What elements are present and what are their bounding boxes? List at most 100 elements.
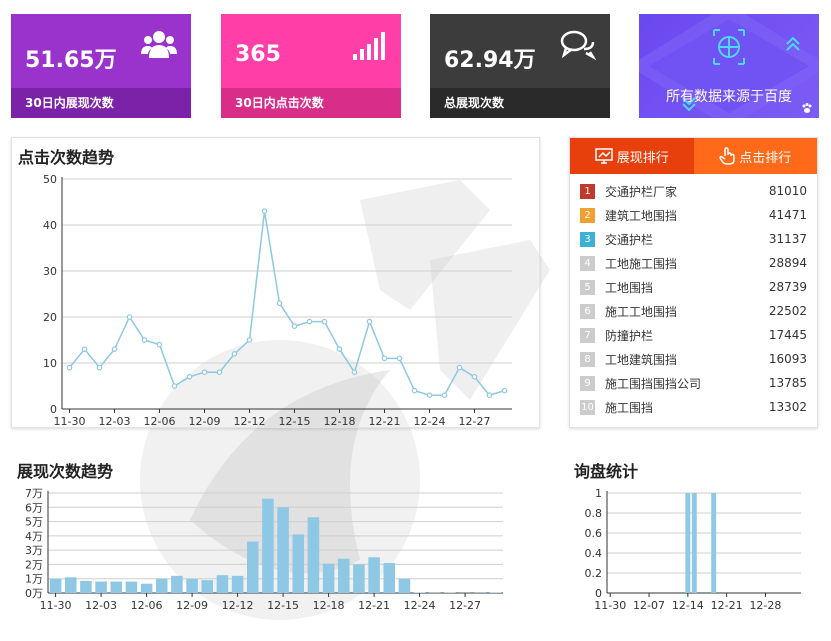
bar (231, 575, 244, 593)
rank-keyword: 建筑工地围挡 (605, 208, 678, 223)
bar (292, 534, 305, 593)
users-icon (141, 31, 177, 58)
rank-row[interactable]: 4 工地施工围挡 28894 (580, 251, 807, 275)
rank-number-badge: 8 (580, 351, 595, 367)
rank-row[interactable]: 3 交通护栏 31137 (580, 227, 807, 251)
y-tick-label: 40 (43, 219, 57, 232)
data-point (351, 369, 358, 376)
bar (64, 577, 77, 593)
monitor-chart-icon (594, 148, 613, 164)
rank-keyword: 施工围挡围挡公司 (605, 376, 702, 391)
bar (216, 575, 229, 593)
y-tick-label: 20 (43, 311, 57, 324)
x-tick-label: 12-24 (404, 599, 436, 612)
x-tick-label: 12-12 (222, 599, 254, 612)
rank-value: 22502 (768, 304, 807, 318)
impressions-30d-card: 51.65万 30日内展现次数 (11, 14, 191, 118)
rank-number-badge: 1 (580, 183, 595, 199)
bar (353, 564, 365, 593)
bar (383, 563, 396, 593)
bar (398, 578, 411, 593)
rank-row[interactable]: 1 交通护栏厂家 81010 (580, 179, 807, 203)
rank-keyword: 工地建筑围挡 (605, 352, 678, 367)
tab-impression-rank[interactable]: 展现排行 (570, 138, 694, 174)
data-point (126, 314, 133, 320)
data-point (396, 355, 403, 362)
bar (685, 493, 691, 593)
bar (246, 541, 259, 593)
data-point (111, 346, 118, 353)
y-tick-label: 2万 (25, 558, 43, 571)
rank-value: 28739 (768, 280, 807, 294)
rank-keyword: 工地施工围挡 (605, 256, 678, 271)
inquiry-panel: 询盘统计 0 0.2 0.4 0.6 0.8 1 11-30 12-07 12-14 12-21 1… (569, 452, 818, 632)
y-tick-label: 0.4 (585, 547, 603, 560)
data-point (381, 355, 388, 362)
x-tick-label: 12-07 (633, 599, 665, 612)
rank-row[interactable]: 5 工地围挡 28739 (580, 275, 807, 299)
hand-pointer-icon (719, 147, 735, 165)
data-source-card: 所有数据来源于百度 (639, 14, 819, 118)
total-impressions-value: 62.94万 (444, 48, 536, 73)
y-tick-label: 1 (595, 487, 602, 500)
ranking-tabs: 展现排行 点击排行 (570, 138, 817, 174)
impressions-30d-value: 51.65万 (25, 48, 117, 73)
y-tick-label: 7万 (25, 487, 43, 500)
x-tick-label: 12-21 (358, 599, 390, 612)
data-point (486, 392, 493, 399)
tab-click-rank-label: 点击排行 (739, 150, 792, 166)
rank-keyword: 交通护栏厂家 (605, 184, 678, 199)
bar (489, 592, 502, 593)
rank-row[interactable]: 7 防撞护栏 17445 (580, 323, 807, 347)
x-tick-label: 12-03 (85, 599, 117, 612)
bar (49, 578, 62, 593)
bar (277, 507, 289, 593)
data-point (141, 337, 148, 343)
data-point (231, 351, 238, 357)
data-point (156, 341, 163, 348)
rank-value: 31137 (768, 232, 807, 246)
y-tick-label: 3万 (25, 544, 43, 557)
data-point (276, 300, 283, 307)
y-tick-label: 0.6 (585, 527, 603, 540)
x-tick-label: 12-21 (369, 415, 401, 428)
data-point (246, 337, 253, 343)
rank-row[interactable]: 10 施工围挡 13302 (580, 395, 807, 419)
rank-value: 13785 (768, 376, 807, 390)
x-tick-label: 12-27 (459, 415, 491, 428)
data-point (501, 387, 508, 394)
tab-click-rank[interactable]: 点击排行 (693, 138, 817, 174)
bar (691, 493, 697, 593)
bar (262, 498, 274, 593)
rank-value: 17445 (768, 328, 807, 342)
clicks-30d-label: 30日内点击次数 (221, 88, 401, 118)
y-tick-label: 6万 (25, 501, 43, 514)
rank-row[interactable]: 6 施工工地围挡 22502 (580, 299, 807, 323)
x-tick-label: 12-03 (99, 415, 131, 428)
data-point (321, 318, 328, 325)
bar (95, 581, 107, 593)
total-impressions-card: 62.94万 总展现次数 (430, 14, 610, 118)
data-point (426, 392, 433, 399)
rank-row[interactable]: 9 施工围挡围挡公司 13785 (580, 371, 807, 395)
impressions-30d-label: 30日内展现次数 (11, 88, 191, 118)
rank-value: 13302 (768, 400, 807, 414)
rank-keyword: 工地围挡 (605, 280, 654, 295)
x-tick-label: 12-06 (131, 599, 163, 612)
inquiry-chart: 00.20.40.60.8111-30 12-07 12-14 12-21 12-28 (585, 487, 801, 612)
rank-keyword: 防撞护栏 (605, 328, 654, 343)
ranking-panel: 展现排行 点击排行 1 交通护栏厂家 81010 2 建筑工地围挡 41471 3 交通护栏 3… (569, 137, 818, 428)
data-point (96, 364, 103, 371)
bar (201, 580, 214, 593)
rank-row[interactable]: 8 工地建筑围挡 16093 (580, 347, 807, 371)
rank-value: 16093 (768, 352, 807, 366)
rank-number-badge: 9 (580, 375, 595, 391)
x-tick-label: 11-30 (40, 599, 72, 612)
x-tick-label: 12-06 (144, 415, 176, 428)
x-tick-label: 12-18 (324, 415, 356, 428)
clicks-30d-card: 365 30日内点击次数 (221, 14, 401, 118)
rank-row[interactable]: 2 建筑工地围挡 41471 (580, 203, 807, 227)
rank-number-badge: 3 (580, 231, 595, 247)
data-point (471, 374, 478, 380)
bar (307, 517, 320, 593)
